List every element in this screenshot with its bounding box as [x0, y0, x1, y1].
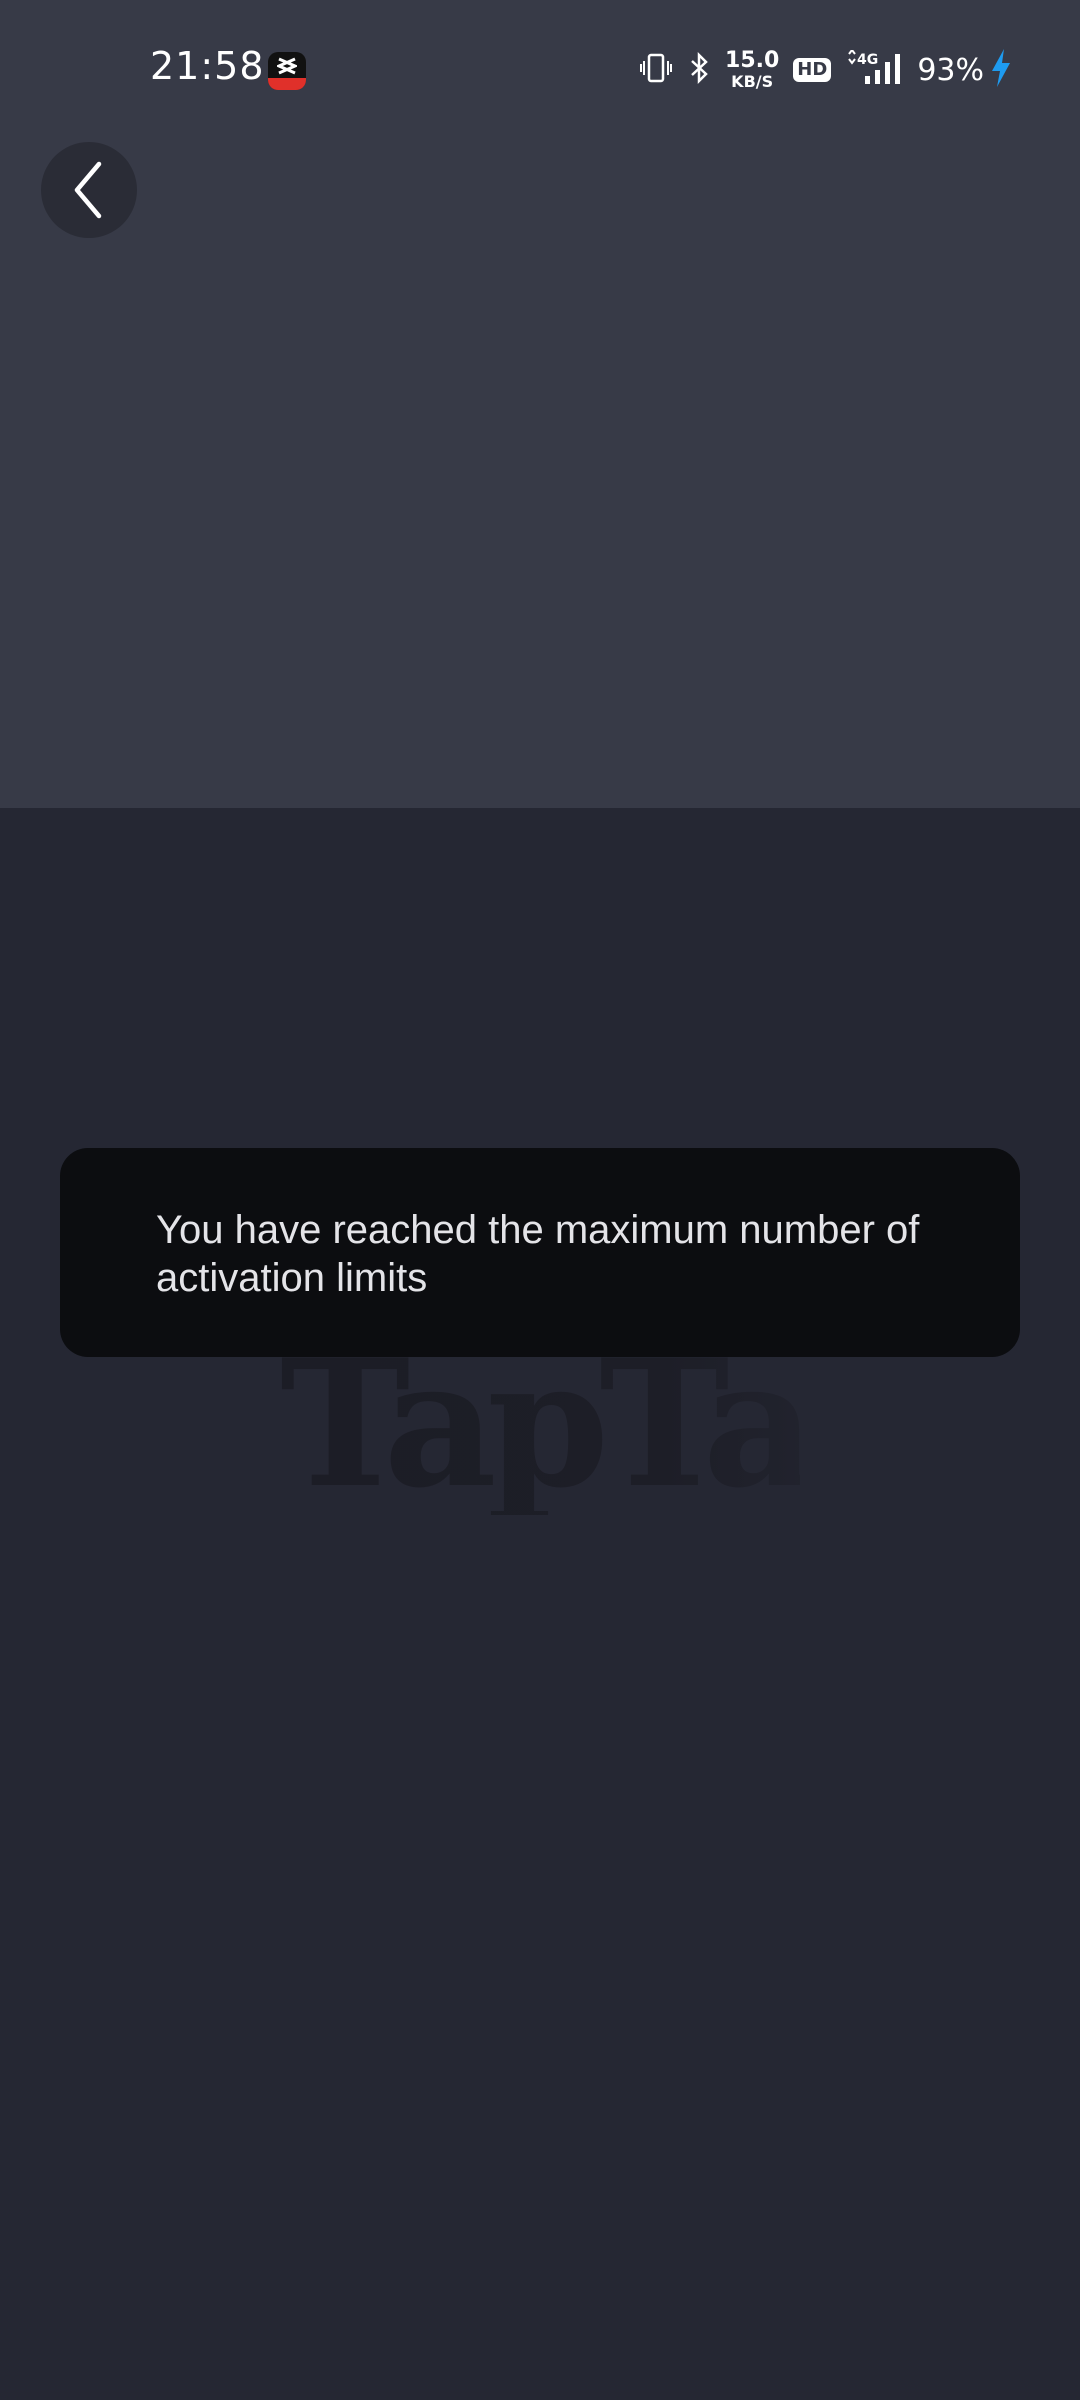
status-icons: 15.0 KB/S HD 4G 93% [639, 46, 1012, 94]
network-speed-value: 15.0 [725, 48, 780, 73]
toast-message: You have reached the maximum number of a… [60, 1148, 1020, 1357]
signal-icon: 4G [845, 48, 903, 90]
lightning-icon [990, 49, 1012, 91]
bluetooth-icon [687, 51, 711, 89]
network-speed: 15.0 KB/S [725, 50, 779, 90]
logo-text: TapTap [280, 1335, 800, 1515]
status-bar: 21:58 15.0 KB/S HD 4G 93% [0, 0, 1080, 140]
hd-badge: HD [793, 58, 832, 82]
network-speed-unit: KB/S [731, 72, 774, 91]
chevron-left-icon [74, 161, 102, 219]
toast-text: You have reached the maximum number of a… [156, 1208, 920, 1300]
capcut-icon [268, 52, 306, 90]
status-time: 21:58 [150, 44, 265, 88]
vibrate-icon [639, 51, 673, 89]
back-button[interactable] [41, 142, 137, 238]
network-type: 4G [857, 52, 878, 68]
taptap-logo: TapTap [280, 1335, 800, 1515]
battery-percent: 93% [917, 52, 984, 88]
